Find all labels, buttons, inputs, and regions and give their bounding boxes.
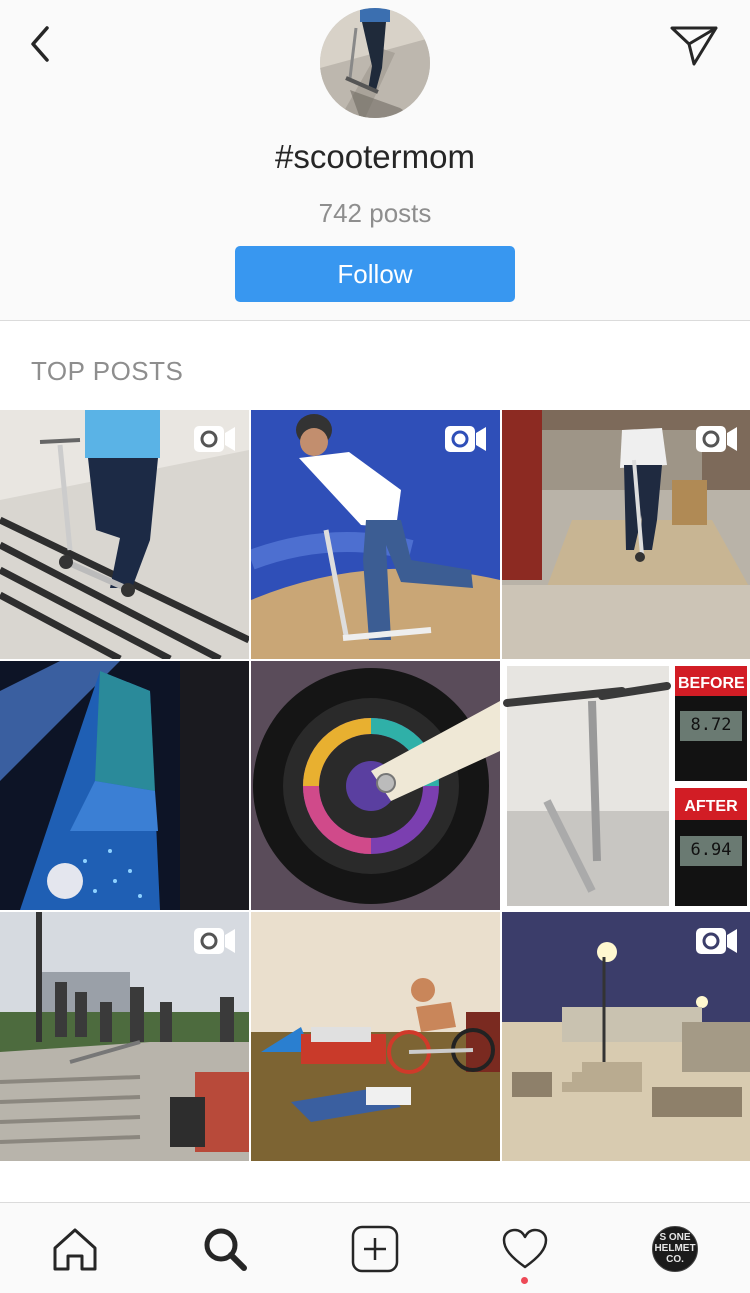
- paper-plane-icon: [670, 26, 718, 66]
- tab-search[interactable]: [175, 1203, 275, 1293]
- hashtag-title: #scootermom: [275, 138, 475, 175]
- tab-profile[interactable]: S ONE HELMET CO.: [625, 1203, 725, 1293]
- post-tile-9[interactable]: [502, 912, 750, 1161]
- post-tile-7[interactable]: [0, 912, 249, 1161]
- post-tile-6[interactable]: BEFORE 8.72 AFTER 6.94: [502, 661, 750, 910]
- after-label: AFTER: [684, 798, 738, 815]
- video-icon: [445, 426, 486, 452]
- post-tile-2[interactable]: [251, 410, 500, 659]
- profile-avatar: S ONE HELMET CO.: [652, 1225, 698, 1272]
- bottom-tab-bar: S ONE HELMET CO.: [0, 1202, 750, 1293]
- video-icon: [696, 928, 737, 954]
- video-icon: [696, 426, 737, 452]
- follow-button[interactable]: Follow: [235, 246, 515, 302]
- top-posts-heading: TOP POSTS: [31, 356, 184, 386]
- after-weight: 6.94: [690, 840, 732, 860]
- add-post-icon: [351, 1225, 399, 1272]
- post-tile-5[interactable]: [251, 661, 500, 910]
- video-icon: [194, 928, 235, 954]
- video-icon: [194, 426, 235, 452]
- post-tile-4[interactable]: [0, 661, 249, 910]
- back-button[interactable]: [18, 18, 62, 70]
- posts-grid: BEFORE 8.72 AFTER 6.94: [0, 410, 750, 1161]
- hashtag-header: #scootermom 742 posts Follow: [0, 0, 750, 321]
- before-weight: 8.72: [690, 715, 732, 735]
- hashtag-avatar: [320, 8, 430, 118]
- post-tile-8[interactable]: [251, 912, 500, 1161]
- notification-dot: [521, 1277, 528, 1284]
- search-icon: [204, 1228, 247, 1271]
- post-tile-1[interactable]: [0, 410, 249, 659]
- share-button[interactable]: [664, 20, 724, 72]
- before-label: BEFORE: [678, 675, 745, 692]
- chevron-left-icon: [31, 26, 49, 62]
- tab-home[interactable]: [25, 1203, 125, 1293]
- post-tile-3[interactable]: [502, 410, 750, 659]
- post-count: 742 posts: [318, 198, 432, 228]
- tab-new-post[interactable]: [325, 1203, 425, 1293]
- home-icon: [53, 1228, 97, 1270]
- activity-heart-icon: [502, 1228, 548, 1268]
